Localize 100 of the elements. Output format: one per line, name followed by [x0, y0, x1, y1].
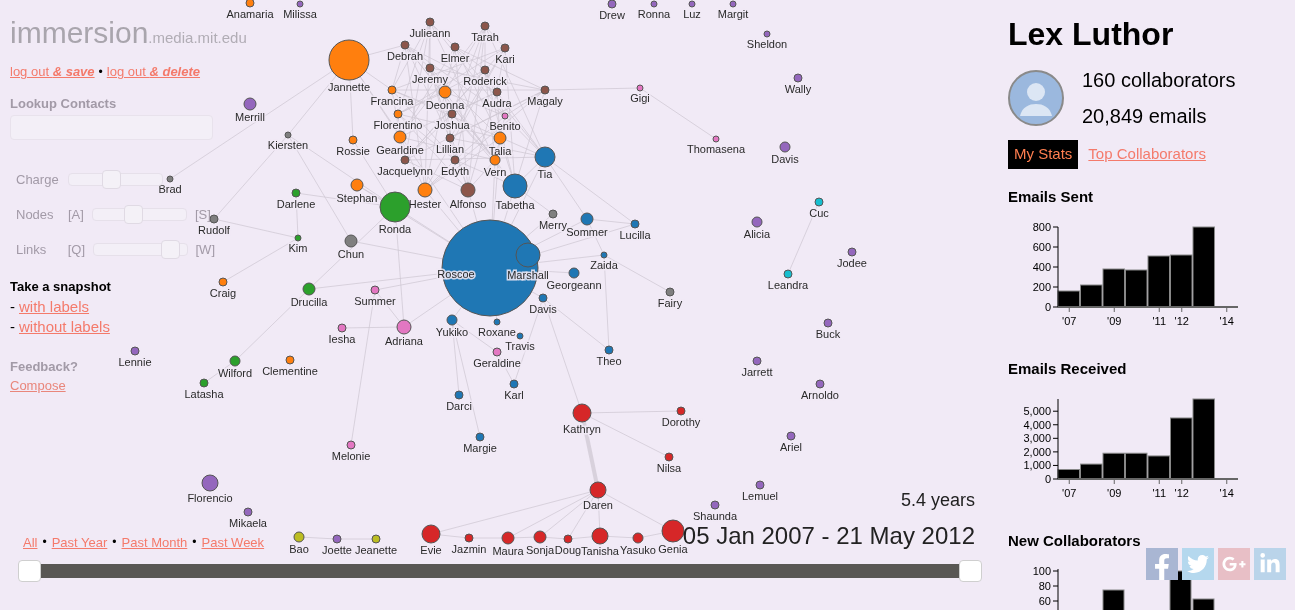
snapshot-link[interactable]: with labels — [19, 296, 90, 317]
node-label: Stephan — [336, 192, 378, 204]
dash-text: - — [10, 316, 15, 337]
axis-label: '09 — [1107, 314, 1122, 327]
axis-label: 600 — [1032, 240, 1051, 253]
time-filter-link[interactable]: Past Month — [121, 532, 188, 552]
node-label: Cuc — [809, 207, 829, 219]
node-label: Jannette — [327, 81, 371, 93]
collaborators-count: 160 collaborators — [1082, 68, 1236, 93]
node-label: Margit — [717, 8, 749, 20]
node-label: Kim — [288, 242, 308, 254]
axis-label: 200 — [1032, 280, 1051, 293]
stats-tab[interactable]: My Stats — [1008, 140, 1079, 169]
duration-text: 5.4 years — [900, 489, 975, 512]
node-label: Joshua — [434, 119, 470, 131]
node-label: Vern — [483, 166, 507, 178]
node-label: Leandra — [767, 279, 809, 291]
slider-label: Charge — [16, 170, 60, 189]
node-label: Ariel — [780, 441, 802, 453]
node-label: Genia — [658, 543, 688, 555]
stats-tab[interactable]: Top Collaborators — [1088, 140, 1206, 169]
node-label: Wilford — [217, 367, 253, 379]
node-label: Lemuel — [741, 490, 779, 502]
node-label: Julieann — [409, 27, 451, 39]
axis-label: 5,000 — [1023, 404, 1051, 417]
node-label: Adriana — [385, 335, 423, 347]
separator-dot: • — [112, 534, 117, 552]
key-hint: [W] — [195, 240, 215, 259]
node-label: Milissa — [283, 8, 317, 20]
node-label: Kiersten — [267, 139, 309, 151]
emails-count: 20,849 emails — [1082, 104, 1208, 129]
logout-link[interactable]: log out & save — [10, 62, 95, 82]
node-label: Wally — [784, 83, 812, 95]
node-label: Alicia — [743, 228, 771, 240]
node-label: Craig — [209, 287, 237, 299]
node-label: Gigi — [630, 92, 650, 104]
chart-title: Emails Sent — [1008, 187, 1094, 205]
node-label: Jeremy — [411, 73, 449, 85]
node-label: Theo — [596, 355, 622, 367]
separator-dot: • — [98, 63, 103, 81]
node-label: Lucilla — [619, 229, 651, 241]
node-label: Sheldon — [746, 38, 788, 50]
node-label: Chun — [337, 248, 365, 260]
node-label: Lillian — [435, 143, 465, 155]
node-label: Darlene — [276, 198, 316, 210]
node-label: Nilsa — [656, 462, 682, 474]
separator-dot: • — [42, 534, 47, 552]
slider-label: Links — [16, 240, 48, 259]
node-label: Jodee — [837, 257, 867, 269]
snapshot-link[interactable]: without labels — [19, 316, 110, 337]
node-label: Buck — [815, 328, 841, 340]
axis-label: 0 — [1044, 472, 1051, 485]
node-label: Tia — [537, 168, 553, 180]
chart-title: New Collaborators — [1008, 531, 1141, 549]
node-label: Zaida — [590, 259, 618, 271]
node-label: Audra — [482, 97, 512, 109]
compose-link[interactable]: Compose — [10, 376, 66, 396]
node-label: Roderick — [463, 75, 507, 87]
node-label: Francina — [370, 95, 414, 107]
node-label: Davis — [529, 303, 557, 315]
node-label: Jeanette — [354, 544, 398, 556]
logo-name: immersion — [10, 16, 149, 50]
node-label: Magaly — [527, 95, 563, 107]
dash-text: - — [10, 296, 15, 317]
logout-link[interactable]: log out & delete — [106, 62, 200, 82]
axis-label: 1,000 — [1023, 458, 1051, 471]
node-label: Anamaria — [226, 8, 274, 20]
node-label: Bao — [289, 543, 309, 555]
node-label: Ronna — [637, 8, 671, 20]
axis-label: 100 — [1032, 564, 1051, 577]
axis-label: '12 — [1174, 486, 1189, 499]
lookup-label: Lookup Contacts — [10, 94, 117, 113]
node-label: Tanisha — [581, 545, 619, 557]
node-label: Sommer — [566, 226, 608, 238]
node-label: Luz — [683, 8, 701, 20]
node-label: Sonja — [525, 544, 555, 556]
node-label: Roxane — [478, 326, 516, 338]
node-label: Tabetha — [495, 199, 535, 211]
axis-label: 3,000 — [1023, 431, 1051, 444]
node-label: Hester — [408, 198, 442, 210]
node-label: Benito — [489, 120, 521, 132]
node-label: Evie — [420, 544, 442, 556]
node-label: Shaunda — [693, 510, 737, 522]
node-label: Rossie — [336, 145, 370, 157]
node-label: Davis — [771, 153, 799, 165]
node-label: Drucilla — [290, 296, 328, 308]
axis-label: '07 — [1062, 486, 1077, 499]
node-label: Rudolf — [198, 224, 230, 236]
axis-label: '07 — [1062, 314, 1077, 327]
node-label: Summer — [354, 295, 396, 307]
node-label: Thomasena — [686, 143, 746, 155]
node-label: Fairy — [657, 297, 683, 309]
feedback-title: Feedback? — [10, 357, 78, 376]
node-label: Tarah — [471, 31, 499, 43]
axis-label: '14 — [1219, 486, 1234, 499]
time-filter-link[interactable]: All — [23, 532, 38, 552]
node-label: Alfonso — [449, 198, 487, 210]
node-label: Deonna — [425, 99, 465, 111]
time-filter-link[interactable]: Past Week — [201, 532, 265, 552]
time-filter-link[interactable]: Past Year — [51, 532, 108, 552]
